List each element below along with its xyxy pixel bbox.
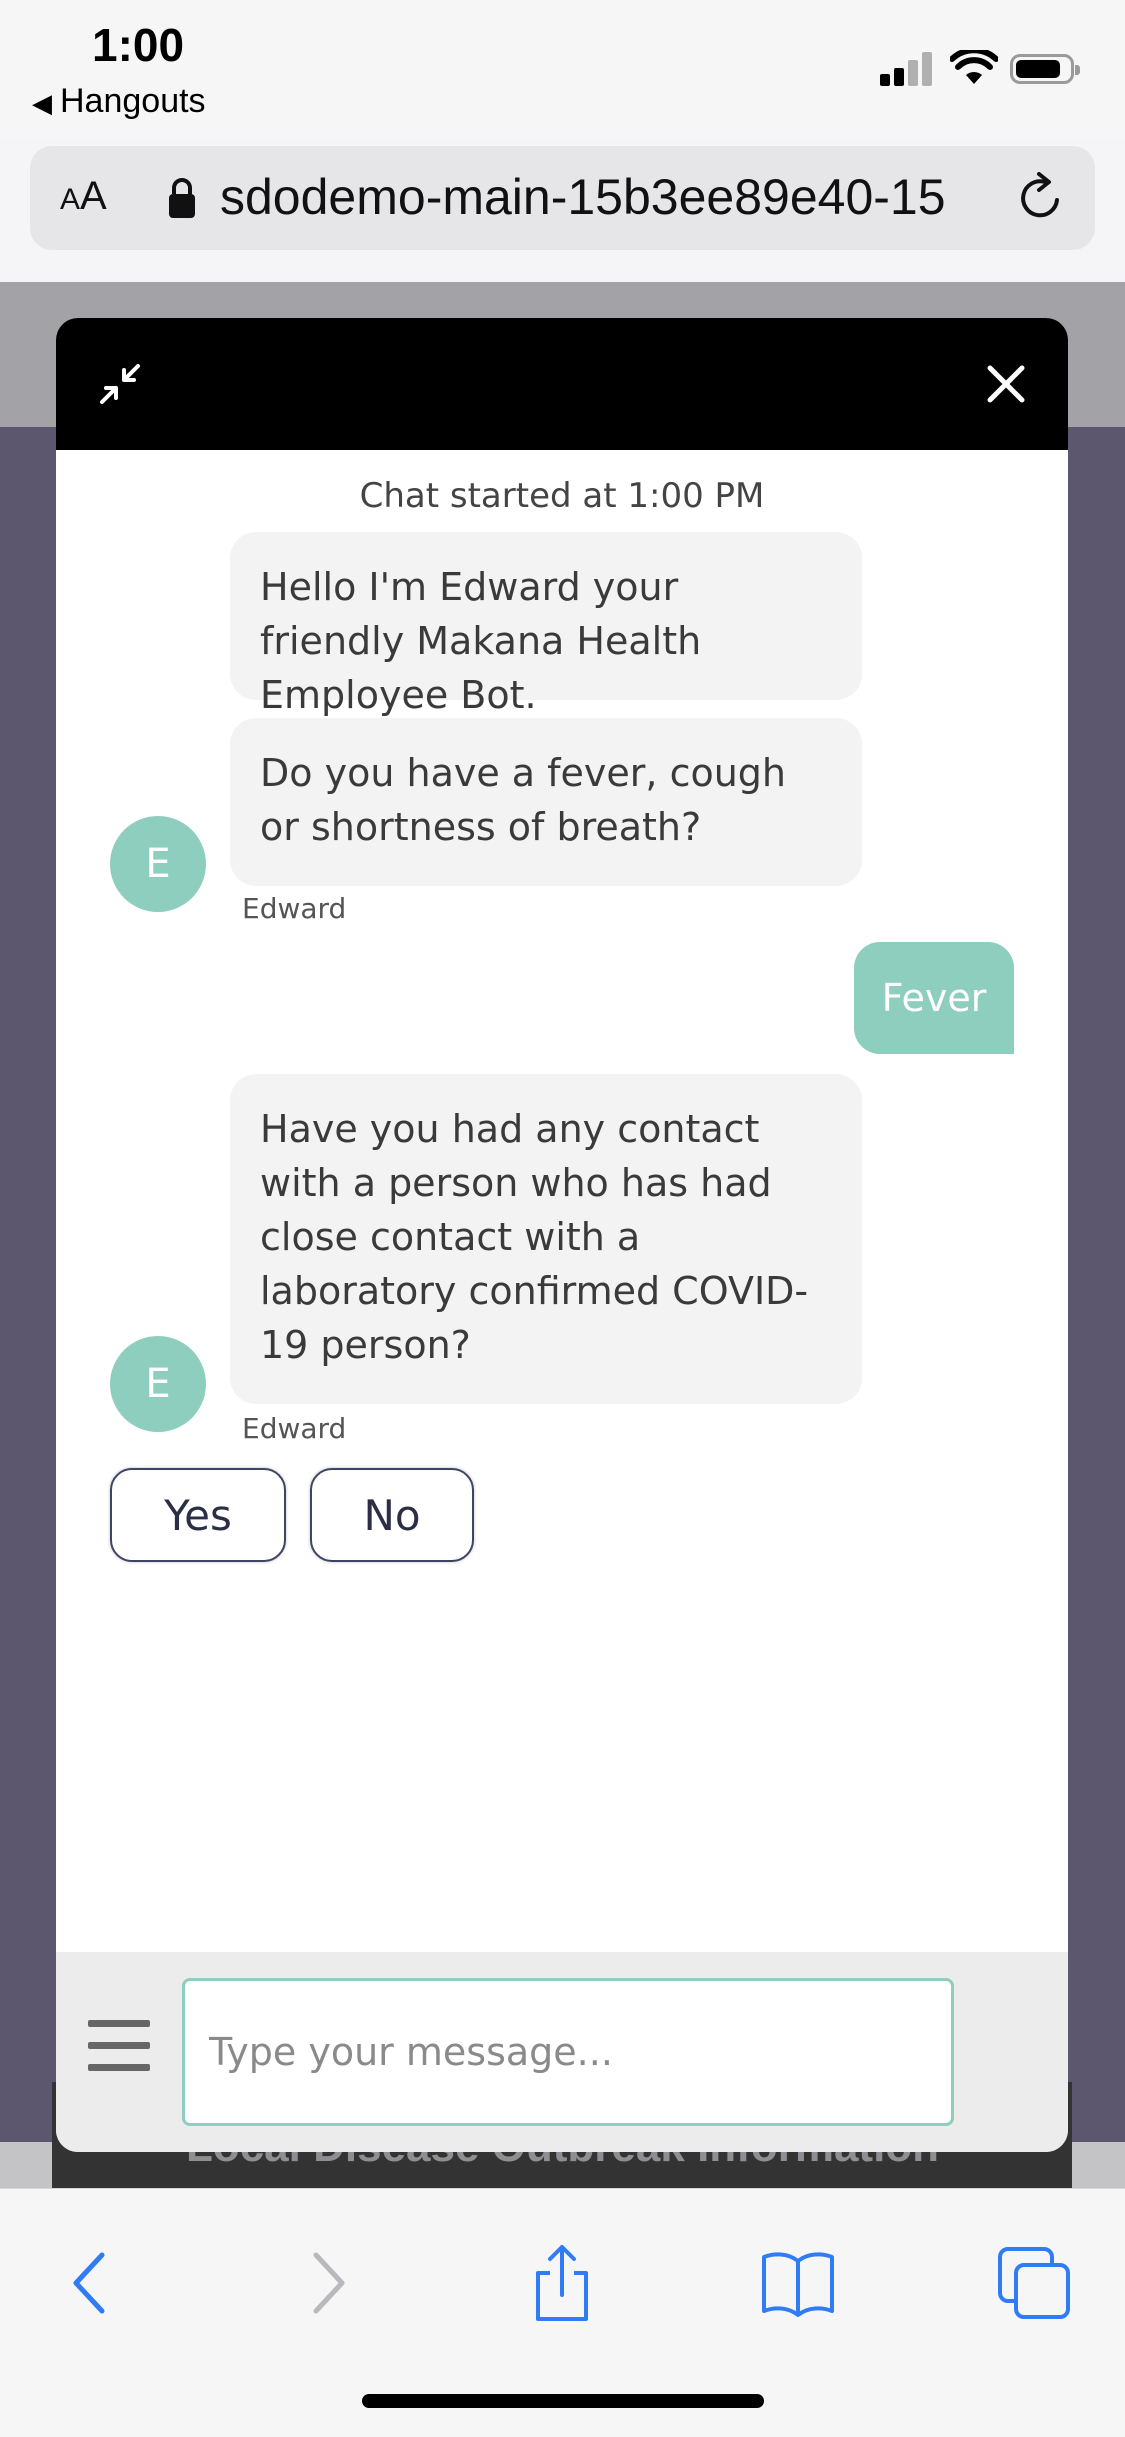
- share-icon[interactable]: [522, 2243, 602, 2323]
- chat-started-text: Chat started at 1:00 PM: [359, 476, 765, 516]
- user-message: Fever: [854, 942, 1014, 1054]
- cellular-signal-icon: [880, 52, 934, 86]
- message-composer: [56, 1952, 1068, 2152]
- bot-message: Do you have a fever, cough or shortness …: [230, 718, 862, 886]
- bot-name: Edward: [242, 892, 347, 925]
- home-indicator: [362, 2394, 764, 2408]
- bot-message: Have you had any contact with a person w…: [230, 1074, 862, 1404]
- close-icon[interactable]: [986, 364, 1026, 404]
- url-text[interactable]: sdodemo-main-15b3ee89e40-15: [220, 168, 1020, 226]
- wifi-icon: [950, 50, 998, 84]
- yes-button[interactable]: Yes: [110, 1468, 286, 1562]
- forward-icon[interactable]: [286, 2243, 366, 2323]
- back-triangle-icon: ◀: [32, 88, 52, 118]
- bot-avatar: E: [110, 1336, 206, 1432]
- minimize-icon[interactable]: [98, 362, 142, 406]
- message-input[interactable]: [182, 1978, 954, 2126]
- status-bar: 1:00 ◀ Hangouts: [0, 0, 1125, 140]
- no-button[interactable]: No: [310, 1468, 474, 1562]
- back-icon[interactable]: [52, 2243, 132, 2323]
- back-app-label: Hangouts: [60, 82, 206, 120]
- chat-header: [56, 318, 1068, 450]
- status-time: 1:00: [92, 19, 185, 71]
- reload-icon[interactable]: [1015, 172, 1067, 224]
- text-size-button[interactable]: AA: [60, 174, 107, 219]
- chat-window: Chat started at 1:00 PM Hello I'm Edward…: [56, 318, 1068, 2152]
- bot-avatar: E: [110, 816, 206, 912]
- bot-message: Hello I'm Edward your friendly Makana He…: [230, 532, 862, 717]
- battery-icon: [1010, 54, 1080, 84]
- address-bar[interactable]: AA sdodemo-main-15b3ee89e40-15: [30, 146, 1095, 250]
- bookmarks-icon[interactable]: [758, 2243, 838, 2323]
- menu-icon[interactable]: [88, 2020, 150, 2072]
- back-to-app-link[interactable]: ◀ Hangouts: [32, 82, 206, 121]
- lock-icon: [169, 178, 195, 218]
- tabs-icon[interactable]: [994, 2243, 1074, 2323]
- bot-name: Edward: [242, 1412, 347, 1445]
